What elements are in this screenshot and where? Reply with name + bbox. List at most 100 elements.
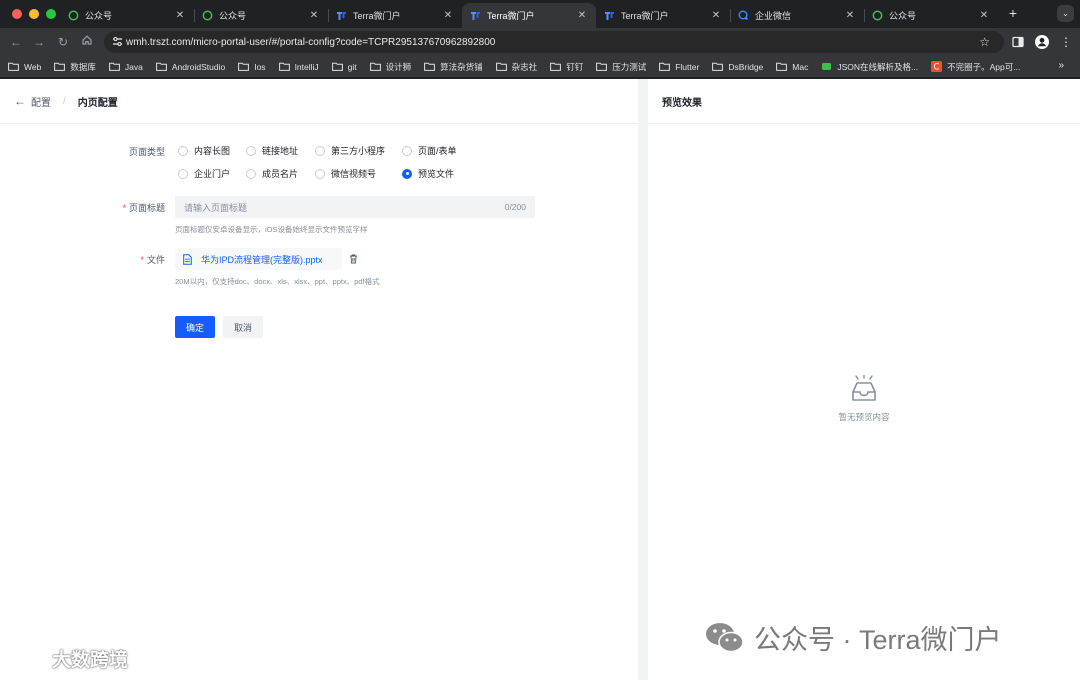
browser-tab[interactable]: 公众号 ✕ bbox=[194, 3, 328, 28]
reload-icon[interactable]: ↻ bbox=[55, 34, 71, 50]
bookmark-label: JSON在线解析及格... bbox=[837, 61, 919, 72]
close-window-button[interactable] bbox=[12, 9, 22, 19]
browser-tab[interactable]: 企业微信 ✕ bbox=[730, 3, 864, 28]
bookmark-folder[interactable]: Mac bbox=[776, 62, 808, 72]
folder-icon bbox=[550, 62, 562, 71]
confirm-button[interactable]: 确定 bbox=[175, 316, 215, 338]
browser-tab-active[interactable]: Terra微门户 ✕ bbox=[462, 3, 596, 28]
page-type-label: 页面类型 bbox=[128, 147, 165, 157]
char-counter: 0/200 bbox=[504, 202, 526, 212]
bookmark-folder[interactable]: 压力测试 bbox=[596, 61, 646, 73]
profile-avatar[interactable] bbox=[1034, 34, 1050, 50]
close-tab-icon[interactable]: ✕ bbox=[710, 10, 722, 21]
close-tab-icon[interactable]: ✕ bbox=[308, 10, 320, 21]
browser-tab[interactable]: Terra微门户 ✕ bbox=[328, 3, 462, 28]
radio-enterprise-portal[interactable]: 企业门户 bbox=[178, 167, 246, 180]
radio-preview-file[interactable]: 预览文件 bbox=[402, 167, 482, 180]
close-tab-icon[interactable]: ✕ bbox=[844, 10, 856, 21]
empty-box-icon bbox=[852, 375, 876, 401]
folder-icon bbox=[54, 62, 66, 71]
radio-content-long-image[interactable]: 内容长图 bbox=[178, 144, 246, 157]
radio-link-address[interactable]: 链接地址 bbox=[246, 144, 315, 157]
wechat-official-icon bbox=[68, 10, 79, 21]
forward-arrow-icon[interactable]: → bbox=[31, 34, 47, 50]
config-panel: ← 配置 / 内页配置 页面类型 内容长图 链接地址 第三方小程序 页面/表单 … bbox=[0, 79, 638, 680]
browser-tab[interactable]: 公众号 ✕ bbox=[60, 3, 194, 28]
more-bookmarks-button[interactable]: » bbox=[1058, 60, 1064, 71]
uploaded-file[interactable]: 华为IPD流程管理(完整版).pptx bbox=[175, 248, 342, 270]
file-icon bbox=[183, 253, 192, 265]
bookmark-folder[interactable]: 设计狮 bbox=[369, 61, 412, 73]
breadcrumb-back-label: 配置 bbox=[31, 97, 51, 109]
radio-circle bbox=[315, 145, 325, 156]
close-tab-icon[interactable]: ✕ bbox=[174, 10, 186, 21]
svg-text:C: C bbox=[934, 63, 940, 72]
home-icon[interactable] bbox=[79, 34, 95, 50]
bookmark-label: Ios bbox=[254, 61, 266, 72]
bookmark-label: Mac bbox=[792, 61, 809, 72]
new-tab-button[interactable]: + bbox=[1005, 5, 1021, 21]
bookmark-folder[interactable]: DsBridge bbox=[712, 62, 763, 72]
more-menu-icon[interactable]: ⋮ bbox=[1058, 34, 1074, 50]
bookmark-label: Web bbox=[24, 61, 42, 72]
close-tab-icon[interactable]: ✕ bbox=[978, 10, 990, 21]
wechat-official-icon bbox=[202, 10, 213, 21]
bookmark-label: AndroidStudio bbox=[171, 61, 226, 72]
arrow-left-icon: ← bbox=[14, 94, 26, 108]
url-text: wmh.trszt.com/micro-portal-user/#/portal… bbox=[126, 36, 496, 48]
browser-toolbar: ← → ↻ wmh.trszt.com/micro-portal-user/#/… bbox=[0, 28, 1080, 56]
address-bar[interactable]: wmh.trszt.com/micro-portal-user/#/portal… bbox=[104, 31, 1004, 53]
folder-icon bbox=[712, 62, 724, 71]
bookmark-folder[interactable]: 数据库 bbox=[54, 61, 96, 73]
tab-search-button[interactable]: ⌄ bbox=[1057, 5, 1074, 22]
page-type-radio-group: 内容长图 链接地址 第三方小程序 页面/表单 企业门户 成员名片 微信视频号 预… bbox=[178, 144, 482, 180]
empty-text: 暂无预览内容 bbox=[838, 412, 890, 422]
bookmark-folder[interactable]: git bbox=[331, 61, 357, 72]
bookmark-folder[interactable]: 钉钉 bbox=[550, 61, 583, 73]
delete-icon[interactable] bbox=[349, 254, 358, 264]
folder-icon bbox=[495, 62, 507, 71]
zoom-window-button[interactable] bbox=[46, 9, 56, 19]
bookmark-folder[interactable]: Java bbox=[108, 62, 143, 72]
browser-tab[interactable]: 公众号 ✕ bbox=[864, 3, 998, 28]
radio-page-form[interactable]: 页面/表单 bbox=[402, 144, 482, 157]
radio-third-party-miniprogram[interactable]: 第三方小程序 bbox=[315, 144, 402, 157]
side-panel-icon[interactable] bbox=[1010, 34, 1026, 50]
breadcrumb-separator: / bbox=[63, 95, 66, 107]
bookmark-label: 算法杂货铺 bbox=[440, 61, 483, 72]
site-settings-icon[interactable] bbox=[112, 36, 123, 47]
folder-icon bbox=[659, 62, 671, 71]
bookmark-folder[interactable]: 杂志社 bbox=[495, 61, 537, 73]
radio-circle bbox=[178, 145, 188, 156]
browser-tab[interactable]: Terra微门户 ✕ bbox=[596, 3, 730, 28]
folder-icon bbox=[424, 62, 436, 71]
tab-title: 公众号 bbox=[85, 11, 113, 21]
close-tab-icon[interactable]: ✕ bbox=[576, 10, 588, 21]
bookmark-star-icon[interactable]: ☆ bbox=[979, 35, 990, 49]
bookmark-folder[interactable]: Flutter bbox=[659, 62, 699, 72]
bookmark-label: IntelliJ bbox=[294, 61, 319, 72]
radio-circle bbox=[246, 145, 256, 156]
folder-icon bbox=[369, 62, 381, 71]
radio-wechat-channels[interactable]: 微信视频号 bbox=[315, 167, 402, 180]
bookmark-folder[interactable]: Ios bbox=[238, 61, 266, 72]
breadcrumb-back-link[interactable]: ← 配置 bbox=[14, 94, 51, 109]
close-tab-icon[interactable]: ✕ bbox=[442, 10, 454, 21]
bookmark-folder[interactable]: Web bbox=[8, 62, 41, 72]
page-content: ← 配置 / 内页配置 页面类型 内容长图 链接地址 第三方小程序 页面/表单 … bbox=[0, 79, 1080, 680]
bookmark-link[interactable]: C 不完圈子。App可... bbox=[931, 61, 1020, 73]
back-arrow-icon[interactable]: ← bbox=[8, 34, 24, 50]
bookmark-folder[interactable]: 算法杂货铺 bbox=[424, 61, 483, 73]
bookmark-folder[interactable]: AndroidStudio bbox=[155, 61, 226, 72]
bookmark-label: git bbox=[347, 61, 357, 72]
bookmark-link[interactable]: JSON在线解析及格... bbox=[821, 61, 918, 73]
terra-icon bbox=[604, 10, 615, 21]
radio-member-card[interactable]: 成员名片 bbox=[246, 167, 315, 180]
page-title-input[interactable]: 请输入页面标题 0/200 bbox=[175, 196, 535, 218]
bookmark-folder[interactable]: IntelliJ bbox=[278, 61, 319, 72]
bookmark-label: 设计狮 bbox=[385, 61, 412, 72]
cancel-button[interactable]: 取消 bbox=[223, 316, 263, 338]
radio-circle-checked bbox=[402, 168, 412, 179]
minimize-window-button[interactable] bbox=[29, 9, 39, 19]
empty-state: 暂无预览内容 bbox=[648, 375, 1080, 423]
